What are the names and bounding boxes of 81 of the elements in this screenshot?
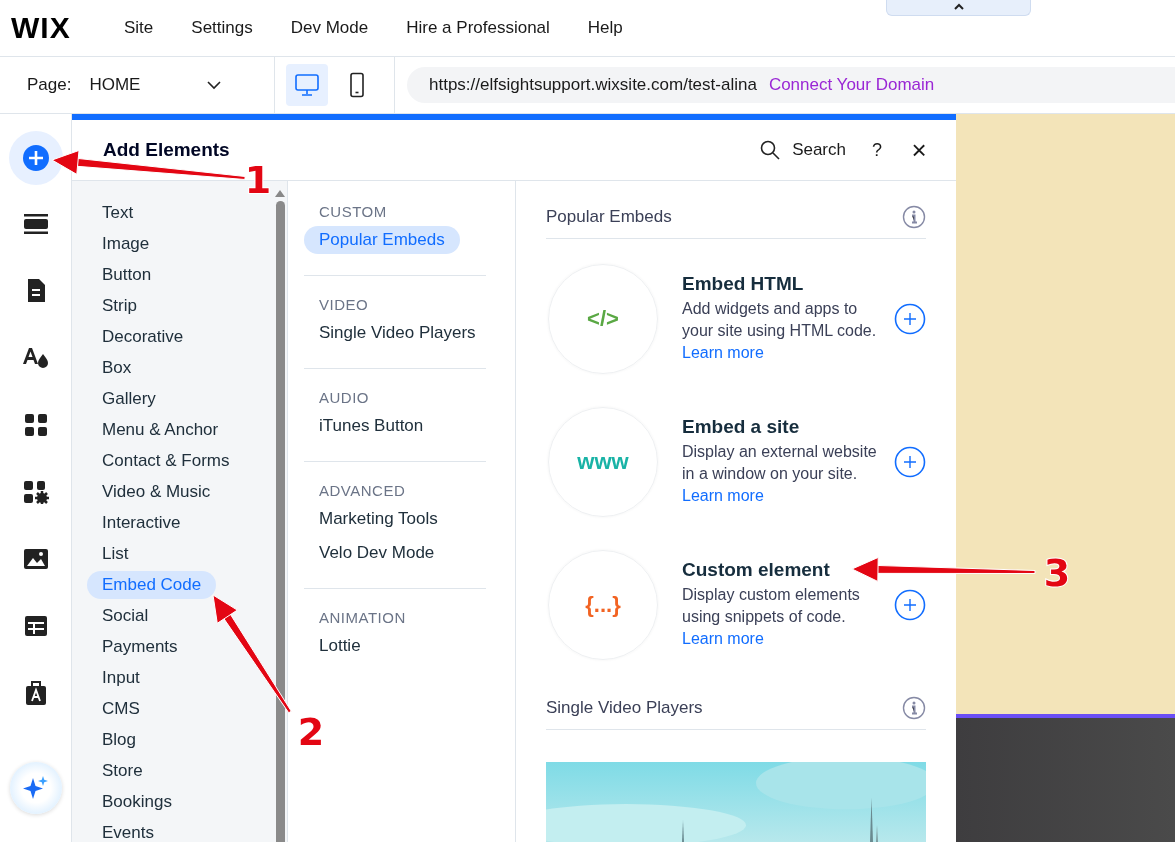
stacked-bars-icon bbox=[22, 213, 49, 235]
card-description: Add widgets and apps to your site using HTML code. Learn more bbox=[682, 299, 878, 363]
section-title: Popular Embeds bbox=[546, 207, 672, 227]
close-button[interactable]: × bbox=[904, 130, 934, 170]
desktop-view-button[interactable] bbox=[286, 64, 328, 106]
category-item[interactable]: Events bbox=[87, 819, 169, 842]
search-button[interactable]: Search bbox=[756, 136, 850, 164]
card-description: Display custom elements using snippets of code. Learn more bbox=[682, 585, 861, 649]
category-item[interactable]: Bookings bbox=[87, 788, 187, 816]
group-heading: AUDIO bbox=[318, 389, 370, 406]
category-item[interactable]: Button bbox=[87, 261, 167, 289]
site-url: https://elfsightsupport.wixsite.com/test-alina bbox=[429, 75, 757, 95]
menu-item[interactable]: Dev Mode bbox=[290, 18, 369, 38]
grid-gear-icon bbox=[22, 480, 49, 504]
category-item[interactable]: Decorative bbox=[87, 323, 199, 351]
group-heading: ADVANCED bbox=[318, 482, 407, 499]
card-description: Display an external website in a window on your site. Learn more bbox=[682, 442, 878, 506]
chevron-down-icon bbox=[207, 80, 222, 90]
category-item[interactable]: Input bbox=[87, 664, 155, 692]
menu-item[interactable]: Site bbox=[124, 18, 154, 38]
connect-domain-link[interactable]: Connect Your Domain bbox=[768, 75, 935, 95]
learn-more-link[interactable]: Learn more bbox=[682, 344, 764, 361]
step-number: 2 bbox=[297, 710, 325, 754]
category-item[interactable]: Blog bbox=[87, 726, 152, 754]
font-drop-icon bbox=[21, 346, 50, 370]
add-icon[interactable] bbox=[894, 445, 926, 478]
wix-logo[interactable]: WIX bbox=[11, 11, 103, 45]
card-title: Embed HTML bbox=[682, 273, 805, 295]
panel-title: Add Elements bbox=[103, 139, 230, 161]
step-number: 1 bbox=[244, 158, 272, 202]
category-item[interactable]: Store bbox=[87, 757, 158, 785]
group-heading: VIDEO bbox=[318, 296, 370, 313]
plus-icon bbox=[21, 144, 50, 172]
monitor-icon bbox=[294, 73, 320, 97]
subcategory-item[interactable]: Popular Embeds bbox=[304, 226, 460, 254]
card-title: Custom element bbox=[682, 559, 831, 581]
url-bar[interactable]: https://elfsightsupport.wixsite.com/test-alina Connect Your Domain bbox=[407, 67, 1175, 103]
menu-item[interactable]: Hire a Professional bbox=[406, 18, 550, 38]
menu-item[interactable]: Help bbox=[587, 18, 623, 38]
chevron-up-icon bbox=[952, 3, 965, 11]
category-item[interactable]: Box bbox=[87, 354, 147, 382]
subcategory-item[interactable]: iTunes Button bbox=[304, 412, 439, 440]
learn-more-link[interactable]: Learn more bbox=[682, 487, 764, 504]
page-dropdown[interactable]: Page: HOME bbox=[0, 57, 275, 113]
image-icon bbox=[22, 548, 49, 570]
category-item[interactable]: Image bbox=[87, 230, 165, 258]
ai-button[interactable] bbox=[9, 762, 62, 814]
info-icon[interactable] bbox=[902, 205, 926, 229]
subcategory-item[interactable]: Lottie bbox=[304, 632, 376, 660]
category-item[interactable]: Menu & Anchor bbox=[87, 416, 234, 444]
search-icon bbox=[760, 140, 781, 160]
category-item[interactable]: Payments bbox=[87, 633, 193, 661]
subcategory-item[interactable]: Velo Dev Mode bbox=[304, 539, 450, 567]
card-title: Embed a site bbox=[682, 416, 801, 438]
subcategory-item[interactable]: Single Video Players bbox=[304, 319, 491, 347]
category-item[interactable]: Text bbox=[87, 199, 149, 227]
grid-icon bbox=[23, 413, 48, 437]
category-item[interactable]: Strip bbox=[87, 292, 152, 320]
scroll-up-icon[interactable] bbox=[275, 189, 285, 197]
step-number: 3 bbox=[1043, 551, 1071, 595]
category-item[interactable]: Interactive bbox=[87, 509, 196, 537]
phone-icon bbox=[349, 72, 365, 98]
section-title: Single Video Players bbox=[546, 698, 703, 718]
info-icon[interactable] bbox=[902, 696, 926, 720]
help-button[interactable]: ? bbox=[862, 135, 892, 165]
category-item[interactable]: Social bbox=[87, 602, 164, 630]
category-item[interactable]: Video & Music bbox=[87, 478, 226, 506]
category-item[interactable]: CMS bbox=[87, 695, 155, 723]
group-heading: ANIMATION bbox=[318, 609, 407, 626]
category-item[interactable]: Embed Code bbox=[87, 571, 217, 599]
category-item[interactable]: Contact & Forms bbox=[87, 447, 245, 475]
add-icon[interactable] bbox=[894, 588, 926, 621]
table-icon bbox=[23, 615, 48, 637]
menu-item[interactable]: Settings bbox=[191, 18, 253, 38]
learn-more-link[interactable]: Learn more bbox=[682, 630, 764, 647]
add-icon[interactable] bbox=[894, 302, 926, 335]
category-item[interactable]: List bbox=[87, 540, 144, 568]
group-heading: CUSTOM bbox=[318, 203, 388, 220]
category-item[interactable]: Gallery bbox=[87, 385, 171, 413]
briefcase-icon bbox=[24, 680, 47, 706]
subcategory-item[interactable]: Marketing Tools bbox=[304, 505, 453, 533]
